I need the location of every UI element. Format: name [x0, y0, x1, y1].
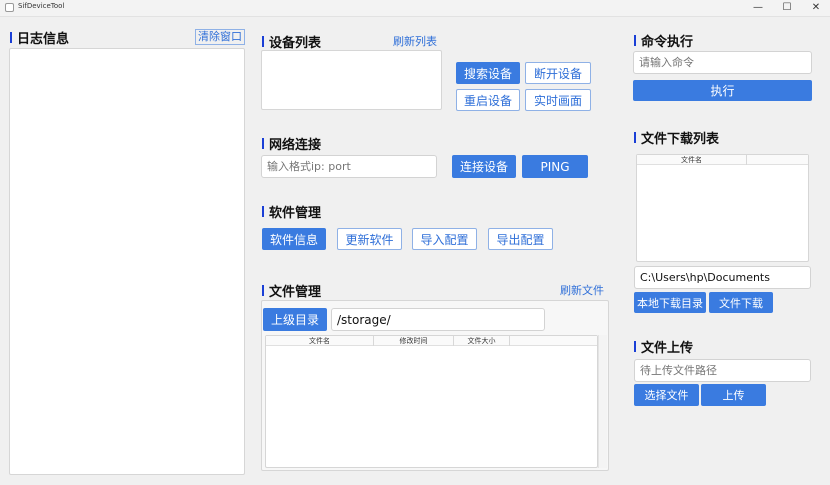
software-title: 软件管理	[262, 202, 321, 221]
maximize-icon[interactable]: ☐	[773, 0, 801, 16]
connect-device-button[interactable]: 连接设备	[452, 155, 516, 178]
refresh-files-link[interactable]: 刷新文件	[560, 282, 604, 298]
command-input[interactable]	[633, 51, 812, 74]
command-title: 命令执行	[634, 31, 693, 50]
upload-title: 文件上传	[634, 337, 693, 356]
column-header-modified[interactable]: 修改时间	[374, 336, 454, 346]
log-textarea[interactable]	[9, 48, 245, 475]
local-dir-field[interactable]	[634, 266, 811, 289]
clear-log-button[interactable]: 清除窗口	[195, 29, 245, 45]
refresh-devices-link[interactable]: 刷新列表	[393, 33, 437, 49]
app-icon	[5, 3, 14, 12]
parent-dir-button[interactable]: 上级目录	[263, 308, 327, 331]
network-title: 网络连接	[262, 134, 321, 153]
column-header-size[interactable]: 文件大小	[454, 336, 510, 346]
device-list-title: 设备列表	[262, 32, 321, 51]
device-listbox[interactable]	[261, 50, 442, 110]
file-table-scrollbar[interactable]	[598, 335, 607, 468]
download-table[interactable]	[636, 154, 809, 262]
search-device-button[interactable]: 搜索设备	[456, 62, 520, 84]
choose-file-button[interactable]: 选择文件	[634, 384, 699, 406]
software-info-button[interactable]: 软件信息	[262, 228, 326, 250]
file-management-title: 文件管理	[262, 281, 321, 300]
current-path-field[interactable]	[331, 308, 545, 331]
update-software-button[interactable]: 更新软件	[337, 228, 402, 250]
minimize-icon[interactable]: —	[744, 0, 772, 16]
execute-button[interactable]: 执行	[633, 80, 812, 101]
window-title: SifDeviceTool	[18, 2, 65, 10]
upload-button[interactable]: 上传	[701, 384, 766, 406]
close-icon[interactable]: ✕	[802, 0, 830, 16]
upload-path-input[interactable]	[634, 359, 811, 382]
disconnect-device-button[interactable]: 断开设备	[525, 62, 591, 84]
import-config-button[interactable]: 导入配置	[412, 228, 477, 250]
live-view-button[interactable]: 实时画面	[525, 89, 591, 111]
download-table-header: 文件名	[637, 155, 808, 165]
ip-port-input[interactable]	[261, 155, 437, 178]
column-header-name[interactable]: 文件名	[266, 336, 374, 346]
column-header-extra[interactable]	[747, 155, 808, 165]
download-list-title: 文件下载列表	[634, 128, 719, 147]
ping-button[interactable]: PING	[522, 155, 588, 178]
file-table-header: 文件名 修改时间 文件大小	[266, 336, 597, 346]
column-header-filename[interactable]: 文件名	[637, 155, 747, 165]
export-config-button[interactable]: 导出配置	[488, 228, 553, 250]
file-download-button[interactable]: 文件下载	[709, 292, 773, 313]
log-title: 日志信息	[10, 28, 69, 47]
reboot-device-button[interactable]: 重启设备	[456, 89, 520, 111]
title-bar	[0, 0, 830, 16]
local-download-dir-button[interactable]: 本地下载目录	[634, 292, 706, 313]
file-table[interactable]	[265, 335, 598, 468]
